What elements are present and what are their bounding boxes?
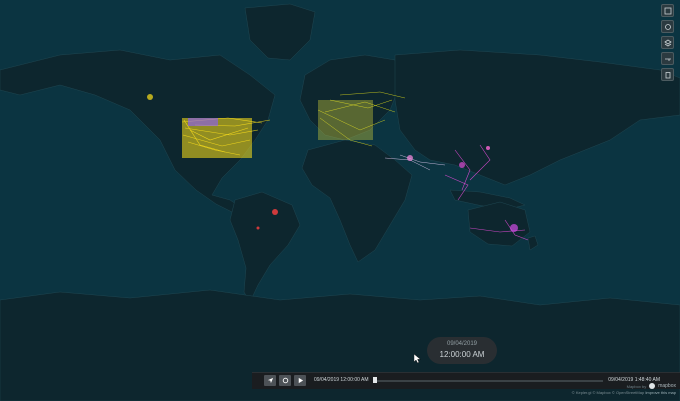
settings-icon bbox=[664, 23, 671, 30]
layers-button[interactable] bbox=[661, 36, 674, 49]
loop-button[interactable] bbox=[279, 375, 291, 386]
key-button[interactable] bbox=[661, 52, 674, 65]
traffic-cluster-europe bbox=[318, 100, 373, 140]
loop-icon bbox=[282, 377, 288, 384]
current-time: 12:00:00 AM bbox=[439, 350, 485, 359]
locate-button[interactable] bbox=[264, 375, 276, 386]
timeline-start-label: 09/04/2019 12:00:00 AM bbox=[314, 377, 369, 383]
traffic-cluster-canada bbox=[188, 118, 218, 126]
play-icon bbox=[298, 377, 303, 384]
traffic-alaska bbox=[147, 94, 153, 100]
current-date: 09/04/2019 bbox=[446, 341, 478, 347]
mouse-cursor-icon bbox=[414, 354, 421, 363]
world-map[interactable] bbox=[0, 0, 680, 401]
key-icon bbox=[664, 58, 671, 61]
map-attribution: © Kepler.gl © Mapbox © OpenStreetMap Imp… bbox=[572, 390, 676, 395]
brand-label: Mapbox by bbox=[626, 383, 647, 389]
map-toolbar bbox=[661, 4, 674, 81]
current-time-tooltip: 09/04/2019 12:00:00 AM bbox=[427, 337, 497, 364]
navigation-arrow-icon bbox=[267, 377, 273, 384]
time-playback-bar: 09/04/2019 12:00:00 AM 09/04/2019 1:48:4… bbox=[252, 372, 680, 389]
timeline-track[interactable] bbox=[377, 380, 603, 382]
traffic-cluster-brazil bbox=[272, 209, 278, 215]
mapbox-brand: Mapbox by mapbox bbox=[627, 383, 676, 389]
improve-map-link[interactable]: Improve this map bbox=[645, 390, 676, 395]
trash-button[interactable] bbox=[661, 68, 674, 81]
layers-icon bbox=[663, 39, 672, 46]
info-button[interactable] bbox=[661, 4, 674, 17]
trash-icon bbox=[665, 71, 670, 78]
map-view[interactable]: 09/04/2019 12:00:00 AM 09/04/2019 12:00:… bbox=[0, 0, 680, 401]
play-button[interactable] bbox=[294, 375, 306, 386]
settings-button[interactable] bbox=[661, 20, 674, 33]
info-icon bbox=[664, 7, 671, 14]
attribution-text: © Kepler.gl © Mapbox © OpenStreetMap bbox=[571, 390, 646, 395]
mapbox-logo-icon bbox=[649, 383, 656, 389]
timeline-handle[interactable] bbox=[373, 377, 377, 383]
brand-name: mapbox bbox=[658, 383, 676, 389]
